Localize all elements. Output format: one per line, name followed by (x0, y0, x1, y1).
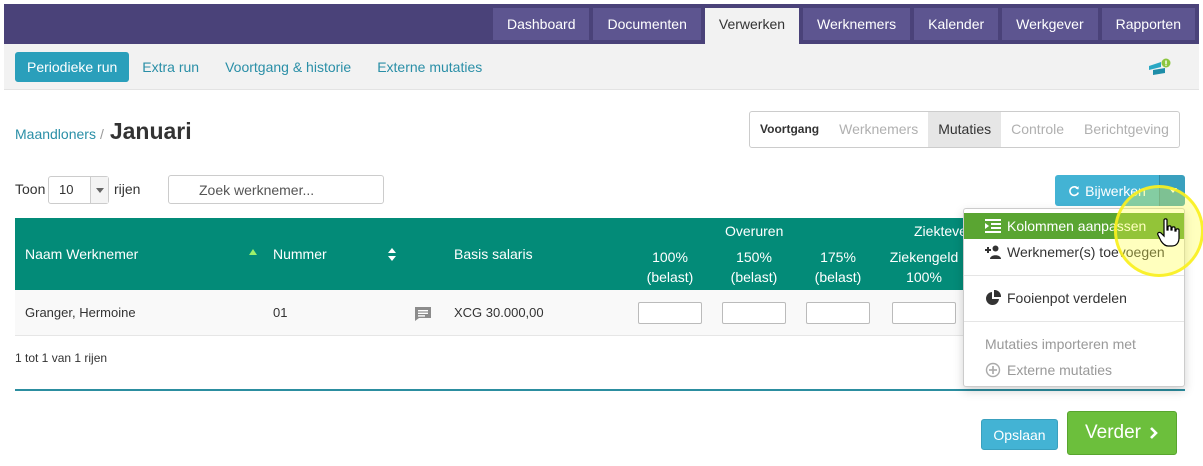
overtime-150-input[interactable] (722, 302, 786, 324)
menu-item-fooienpot-verdelen[interactable]: Fooienpot verdelen (964, 285, 1184, 311)
columns-icon (985, 219, 1001, 233)
menu-item-externe-mutaties[interactable]: Externe mutaties (964, 357, 1184, 383)
overtime-100-input[interactable] (638, 302, 702, 324)
menu-divider (964, 321, 1184, 322)
rows-label: rijen (114, 181, 141, 197)
step-voortgang: Voortgang (760, 122, 820, 136)
process-steps: Voortgang Werknemers Mutaties Controle B… (749, 111, 1180, 148)
column-header-name[interactable]: Naam Werknemer (25, 246, 138, 262)
menu-item-label: Fooienpot verdelen (1007, 290, 1127, 306)
group-header-overtime: Overuren (725, 223, 784, 239)
next-button[interactable]: Verder (1067, 411, 1177, 455)
step-berichtgeving[interactable]: Berichtgeving (1074, 112, 1179, 147)
subtab-externe-mutaties[interactable]: Externe mutaties (364, 52, 495, 82)
step-controle[interactable]: Controle (1001, 112, 1074, 147)
tab-werkgever[interactable]: Werkgever (1002, 8, 1098, 40)
tab-werknemers[interactable]: Werknemers (803, 8, 911, 40)
column-header-ot150-line1: 150% (736, 249, 772, 265)
app-logo-icon[interactable] (1147, 58, 1171, 78)
column-header-sick-line2: 100% (906, 269, 942, 285)
subtab-voortgang-historie[interactable]: Voortgang & historie (212, 52, 364, 82)
hand-cursor-icon (1157, 218, 1180, 247)
page-size-select[interactable]: 10 (48, 176, 109, 204)
divider (15, 389, 1185, 391)
column-header-ot100-line1: 100% (652, 249, 688, 265)
external-icon (985, 362, 1001, 378)
breadcrumb-maandloners[interactable]: Maandloners (15, 126, 96, 142)
sub-tabs: Periodieke run Extra run Voortgang & his… (15, 52, 495, 82)
page-size-value: 10 (59, 182, 74, 197)
column-header-number[interactable]: Nummer (273, 246, 327, 262)
cell-employee-name: Granger, Hermoine (25, 305, 136, 320)
column-header-ot150-line2: (belast) (730, 269, 778, 285)
tab-kalender[interactable]: Kalender (914, 8, 999, 40)
tab-dashboard[interactable]: Dashboard (492, 8, 590, 40)
sub-navigation-bar: Periodieke run Extra run Voortgang & his… (4, 44, 1199, 90)
page-title: Januari (109, 118, 192, 144)
sick-pay-100-input[interactable] (892, 302, 956, 324)
subtab-periodieke-run[interactable]: Periodieke run (15, 52, 130, 82)
step-werknemers[interactable]: Werknemers (829, 112, 928, 147)
menu-header-mutaties-importeren: Mutaties importeren met (985, 336, 1136, 352)
sort-ascending-icon[interactable] (249, 249, 257, 255)
top-navigation-bar: Dashboard Documenten Verwerken Werknemer… (4, 4, 1199, 44)
chevron-right-icon (1150, 427, 1158, 439)
column-header-sick-line1: Ziekengeld (889, 249, 959, 265)
overtime-175-input[interactable] (806, 302, 870, 324)
show-label: Toon (15, 181, 46, 197)
tab-verwerken[interactable]: Verwerken (704, 8, 800, 44)
table-info: 1 tot 1 van 1 rijen (15, 351, 108, 365)
sort-icon[interactable] (388, 248, 396, 262)
breadcrumb: Maandloners / Januari (15, 118, 192, 145)
tab-rapporten[interactable]: Rapporten (1101, 8, 1195, 40)
column-header-ot175-line2: (belast) (814, 269, 862, 285)
step-mutaties[interactable]: Mutaties (928, 112, 1002, 147)
pie-chart-icon (986, 290, 1001, 305)
menu-item-label: Externe mutaties (1007, 362, 1113, 378)
group-header-sick: Ziekteve (914, 223, 967, 239)
column-header-ot100-line2: (belast) (646, 269, 694, 285)
breadcrumb-separator: / (99, 126, 104, 142)
tab-documenten[interactable]: Documenten (593, 8, 701, 40)
add-user-icon (985, 245, 1001, 259)
save-button[interactable]: Opslaan (981, 419, 1058, 450)
main-tabs: Dashboard Documenten Verwerken Werknemer… (492, 8, 1195, 44)
search-employee-input[interactable] (168, 175, 384, 204)
subtab-extra-run[interactable]: Extra run (129, 52, 212, 82)
cell-employee-number: 01 (273, 305, 288, 320)
chevron-down-icon (90, 177, 108, 203)
next-button-label: Verder (1085, 422, 1141, 443)
column-header-ot175-line1: 175% (820, 249, 856, 265)
comment-icon[interactable] (414, 306, 432, 322)
column-header-salary: Basis salaris (454, 246, 533, 262)
refresh-icon (1069, 185, 1080, 196)
cell-base-salary: XCG 30.000,00 (454, 305, 544, 320)
